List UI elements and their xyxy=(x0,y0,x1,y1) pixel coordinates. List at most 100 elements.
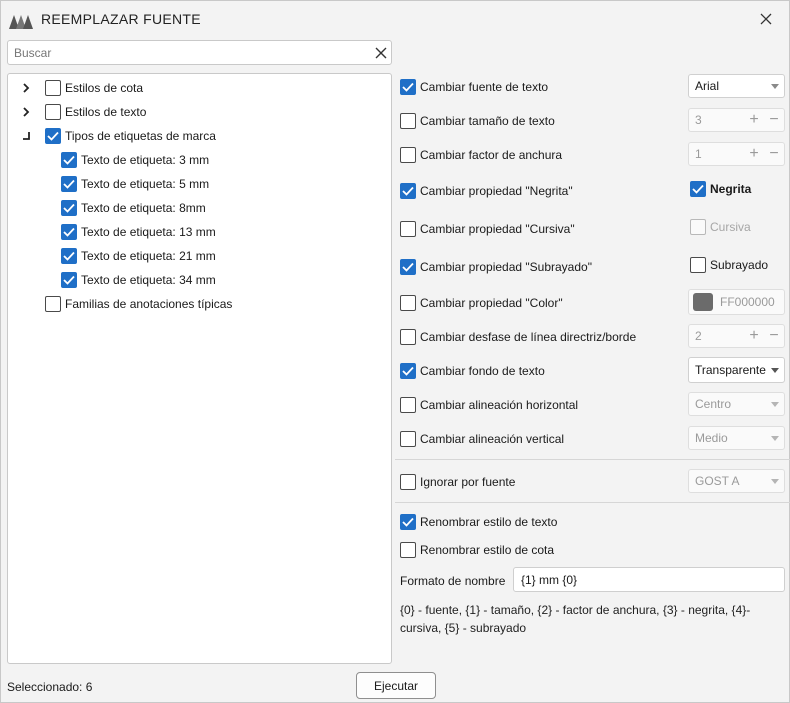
background-select-value: Transparente xyxy=(695,363,766,377)
tree-item-estilos-texto[interactable]: Estilos de texto xyxy=(45,101,146,123)
minus-icon[interactable]: − xyxy=(764,111,784,129)
option-valign[interactable]: Cambiar alineación vertical xyxy=(400,429,564,449)
background-checkbox[interactable] xyxy=(400,363,416,379)
option-font[interactable]: Cambiar fuente de texto xyxy=(400,77,548,97)
search-box xyxy=(7,40,392,65)
title-bar: REEMPLAZAR FUENTE xyxy=(1,1,789,37)
option-background[interactable]: Cambiar fondo de texto xyxy=(400,361,545,381)
underline-checkbox[interactable] xyxy=(400,259,416,275)
chevron-right-icon[interactable] xyxy=(20,106,32,118)
tree-item-familias-anotaciones[interactable]: Familias de anotaciones típicas xyxy=(45,293,232,315)
ignore-font-value: GOST A xyxy=(695,474,740,488)
tree-item-label: Texto de etiqueta: 34 mm xyxy=(81,273,216,287)
italic-toggle-checkbox[interactable] xyxy=(690,219,706,235)
rename-dim-checkbox[interactable] xyxy=(400,542,416,558)
bold-checkbox[interactable] xyxy=(400,183,416,199)
tree-item-etiqueta-21mm[interactable]: Texto de etiqueta: 21 mm xyxy=(61,245,216,267)
background-select[interactable]: Transparente xyxy=(688,357,785,383)
option-offset[interactable]: Cambiar desfase de línea directriz/borde xyxy=(400,327,636,347)
tree-checkbox[interactable] xyxy=(45,128,61,144)
ignore-font-select[interactable]: GOST A xyxy=(688,469,785,493)
halign-select[interactable]: Centro xyxy=(688,392,785,416)
width-stepper[interactable]: 1 + − xyxy=(688,142,785,166)
italic-toggle[interactable]: Cursiva xyxy=(690,219,751,235)
section-divider xyxy=(395,459,790,460)
plus-icon[interactable]: + xyxy=(744,145,764,163)
tree-checkbox[interactable] xyxy=(61,248,77,264)
tree-item-estilos-cota[interactable]: Estilos de cota xyxy=(45,77,143,99)
check-icon xyxy=(47,131,59,141)
italic-checkbox[interactable] xyxy=(400,221,416,237)
plus-icon[interactable]: + xyxy=(744,327,764,345)
bold-toggle-checkbox[interactable] xyxy=(690,181,706,197)
offset-stepper-value: 2 xyxy=(695,329,702,343)
halign-checkbox[interactable] xyxy=(400,397,416,413)
option-halign[interactable]: Cambiar alineación horizontal xyxy=(400,395,578,415)
halign-select-value: Centro xyxy=(695,397,732,411)
tree-checkbox[interactable] xyxy=(61,152,77,168)
run-button[interactable]: Ejecutar xyxy=(356,672,436,699)
search-input[interactable] xyxy=(14,44,364,62)
option-color[interactable]: Cambiar propiedad "Color" xyxy=(400,293,563,313)
tree-item-etiqueta-34mm[interactable]: Texto de etiqueta: 34 mm xyxy=(61,269,216,291)
tree-item-tipos-etiquetas[interactable]: Tipos de etiquetas de marca xyxy=(45,125,216,147)
option-underline[interactable]: Cambiar propiedad "Subrayado" xyxy=(400,257,592,277)
tree-checkbox[interactable] xyxy=(61,272,77,288)
option-size[interactable]: Cambiar tamaño de texto xyxy=(400,111,555,131)
tree-item-etiqueta-5mm[interactable]: Texto de etiqueta: 5 mm xyxy=(61,173,209,195)
valign-checkbox[interactable] xyxy=(400,431,416,447)
tree-checkbox[interactable] xyxy=(61,176,77,192)
option-rename-dim[interactable]: Renombrar estilo de cota xyxy=(400,540,554,560)
option-label: Cambiar desfase de línea directriz/borde xyxy=(420,330,637,344)
color-picker[interactable]: FF000000 xyxy=(688,289,785,315)
underline-toggle-label: Subrayado xyxy=(710,258,769,272)
option-rename-text[interactable]: Renombrar estilo de texto xyxy=(400,512,557,532)
bold-toggle[interactable]: Negrita xyxy=(690,181,751,197)
app-logo-icon xyxy=(9,15,33,29)
size-checkbox[interactable] xyxy=(400,113,416,129)
width-stepper-value: 1 xyxy=(695,147,702,161)
size-stepper[interactable]: 3 + − xyxy=(688,108,785,132)
rename-text-checkbox[interactable] xyxy=(400,514,416,530)
tree-checkbox[interactable] xyxy=(45,296,61,312)
option-width[interactable]: Cambiar factor de anchura xyxy=(400,145,562,165)
option-bold[interactable]: Cambiar propiedad "Negrita" xyxy=(400,181,573,201)
bold-toggle-label: Negrita xyxy=(710,182,752,196)
tree-checkbox[interactable] xyxy=(45,104,61,120)
option-label: Cambiar tamaño de texto xyxy=(420,114,555,128)
check-icon xyxy=(63,275,75,285)
tree-item-etiqueta-13mm[interactable]: Texto de etiqueta: 13 mm xyxy=(61,221,216,243)
chevron-right-icon[interactable] xyxy=(20,82,32,94)
color-checkbox[interactable] xyxy=(400,295,416,311)
underline-toggle-checkbox[interactable] xyxy=(690,257,706,273)
font-checkbox[interactable] xyxy=(400,79,416,95)
color-value: FF000000 xyxy=(720,295,775,309)
check-icon xyxy=(63,203,75,213)
minus-icon[interactable]: − xyxy=(764,145,784,163)
close-button[interactable] xyxy=(755,9,777,29)
option-ignore[interactable]: Ignorar por fuente xyxy=(400,472,515,492)
name-format-input[interactable]: {1} mm {0} xyxy=(513,567,785,592)
plus-icon[interactable]: + xyxy=(744,111,764,129)
option-italic[interactable]: Cambiar propiedad "Cursiva" xyxy=(400,219,575,239)
offset-checkbox[interactable] xyxy=(400,329,416,345)
valign-select-value: Medio xyxy=(695,431,728,445)
ignore-checkbox[interactable] xyxy=(400,474,416,490)
valign-select[interactable]: Medio xyxy=(688,426,785,450)
underline-toggle[interactable]: Subrayado xyxy=(690,257,768,273)
tree-checkbox[interactable] xyxy=(61,200,77,216)
name-format-hint: {0} - fuente, {1} - tamaño, {2} - factor… xyxy=(400,603,751,635)
clear-search-icon[interactable] xyxy=(374,46,388,60)
tree-item-etiqueta-3mm[interactable]: Texto de etiqueta: 3 mm xyxy=(61,149,209,171)
name-format-label: Formato de nombre xyxy=(400,574,506,588)
check-icon xyxy=(63,227,75,237)
tree-checkbox[interactable] xyxy=(45,80,61,96)
offset-stepper[interactable]: 2 + − xyxy=(688,324,785,348)
tree-checkbox[interactable] xyxy=(61,224,77,240)
minus-icon[interactable]: − xyxy=(764,327,784,345)
expanded-icon[interactable] xyxy=(20,130,32,142)
font-select[interactable]: Arial xyxy=(688,74,785,98)
option-label: Cambiar factor de anchura xyxy=(420,148,563,162)
tree-item-etiqueta-8mm[interactable]: Texto de etiqueta: 8mm xyxy=(61,197,206,219)
width-checkbox[interactable] xyxy=(400,147,416,163)
